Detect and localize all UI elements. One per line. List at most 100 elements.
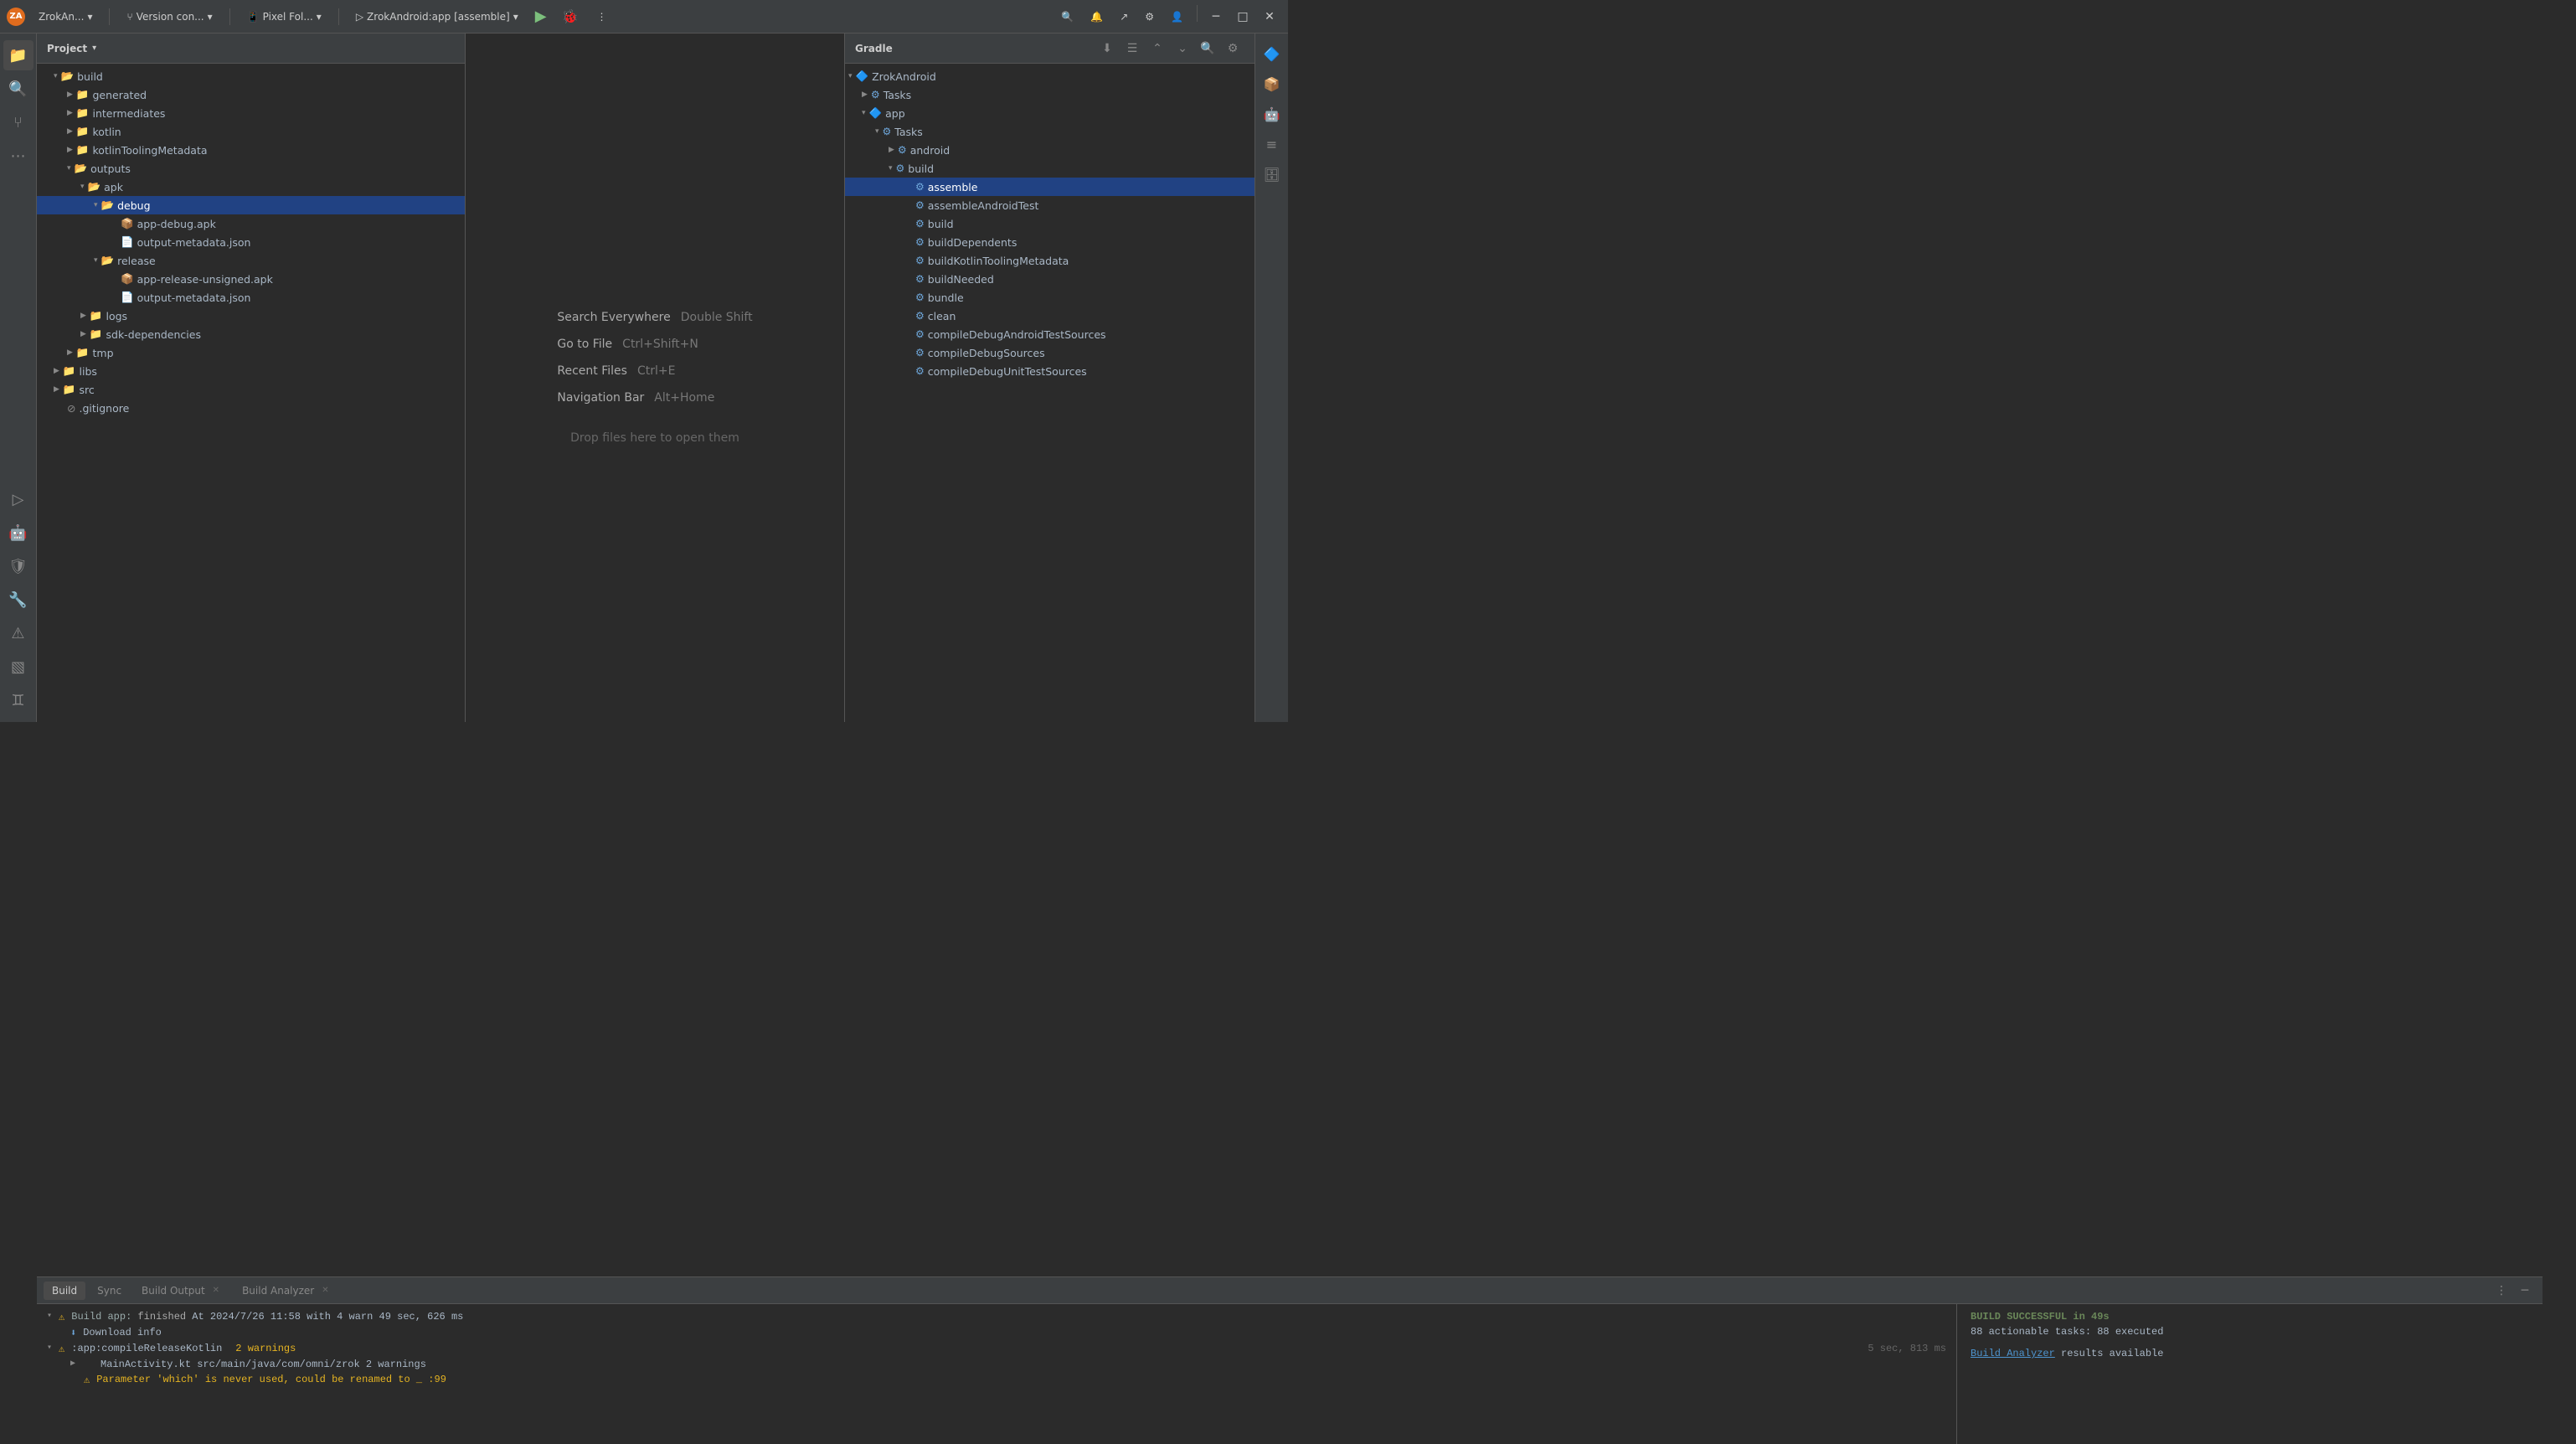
- separator-3: [338, 8, 339, 25]
- gradle-item-ZrokAndroid[interactable]: ▾ 🔷 ZrokAndroid: [845, 67, 1255, 85]
- assembleAndroidTest-task-icon: ⚙: [915, 199, 925, 211]
- gradle-settings-btn[interactable]: ☰: [1121, 37, 1144, 60]
- release-label: release: [117, 255, 156, 267]
- gradle-item-compileDebugUnitTestSources[interactable]: ⚙ compileDebugUnitTestSources: [845, 362, 1255, 380]
- tree-item-gitignore[interactable]: ⊘ .gitignore: [37, 399, 465, 417]
- activity-tools-icon[interactable]: 🔧: [3, 585, 33, 615]
- build-folder-icon: 📂: [61, 70, 75, 83]
- gradle-item-build-task[interactable]: ⚙ build: [845, 214, 1255, 233]
- tasks-app-label: Tasks: [894, 126, 923, 138]
- zrokandroid-chevron-icon: ▾: [848, 72, 853, 80]
- tree-item-generated[interactable]: ▶ 📁 generated: [37, 85, 465, 104]
- gradle-item-assemble[interactable]: ⚙ assemble: [845, 178, 1255, 196]
- buildDependents-task-icon: ⚙: [915, 236, 925, 248]
- close-button[interactable]: ✕: [1258, 5, 1281, 28]
- gradle-item-android[interactable]: ▶ ⚙ android: [845, 141, 1255, 159]
- run-button[interactable]: ▶: [532, 6, 550, 27]
- kotlinTooling-chevron-icon: ▶: [67, 146, 73, 154]
- right-icon-android[interactable]: 🤖: [1259, 101, 1285, 127]
- maximize-button[interactable]: □: [1231, 5, 1255, 28]
- tree-item-tmp[interactable]: ▶ 📁 tmp: [37, 343, 465, 362]
- kotlin-folder-icon: 📁: [76, 125, 90, 138]
- gradle-item-buildDependents[interactable]: ⚙ buildDependents: [845, 233, 1255, 251]
- tree-item-logs[interactable]: ▶ 📁 logs: [37, 307, 465, 325]
- gradle-item-assembleAndroidTest[interactable]: ⚙ assembleAndroidTest: [845, 196, 1255, 214]
- gradle-item-tasks-root[interactable]: ▶ ⚙ Tasks: [845, 85, 1255, 104]
- zrokandroid-label: ZrokAndroid: [872, 70, 936, 83]
- right-icon-maven[interactable]: 📦: [1259, 70, 1285, 97]
- settings-btn[interactable]: ⚙: [1138, 5, 1161, 28]
- outputs-folder-icon: 📂: [75, 162, 88, 175]
- right-icon-list[interactable]: ≡: [1259, 131, 1285, 157]
- activity-terminal-icon[interactable]: ▧: [3, 652, 33, 682]
- gradle-download-btn[interactable]: ⬇: [1095, 37, 1119, 60]
- activity-run-icon[interactable]: ▷: [3, 484, 33, 514]
- recent-files-key: Ctrl+E: [637, 364, 676, 378]
- intermediates-label: intermediates: [93, 107, 166, 120]
- activity-search-icon[interactable]: 🔍: [3, 74, 33, 104]
- clean-label: clean: [928, 310, 956, 322]
- tree-item-output-metadata-debug[interactable]: 📄 output-metadata.json: [37, 233, 465, 251]
- version-control-btn[interactable]: ⑂ Version con... ▾: [120, 8, 219, 25]
- more-actions-btn[interactable]: ⋮: [590, 8, 614, 25]
- gradle-item-bundle[interactable]: ⚙ bundle: [845, 288, 1255, 307]
- tree-item-debug[interactable]: ▾ 📂 debug: [37, 196, 465, 214]
- outputs-label: outputs: [90, 162, 131, 175]
- activity-issues-icon[interactable]: ⚠: [3, 618, 33, 648]
- app-debug-apk-icon: 📦: [121, 217, 134, 230]
- activity-git-icon[interactable]: ♊: [3, 685, 33, 715]
- tree-item-outputs[interactable]: ▾ 📂 outputs: [37, 159, 465, 178]
- activity-security-icon[interactable]: 🛡: [3, 551, 33, 581]
- gradle-item-compileDebugSources[interactable]: ⚙ compileDebugSources: [845, 343, 1255, 362]
- tree-item-libs[interactable]: ▶ 📁 libs: [37, 362, 465, 380]
- tmp-folder-icon: 📁: [76, 346, 90, 359]
- app-icon: 🔷: [869, 106, 883, 120]
- android-label: android: [910, 144, 950, 157]
- tree-item-src[interactable]: ▶ 📁 src: [37, 380, 465, 399]
- tree-item-output-metadata-release[interactable]: 📄 output-metadata.json: [37, 288, 465, 307]
- compileDebugUnit-task-icon: ⚙: [915, 365, 925, 377]
- kotlinTooling-folder-icon: 📁: [76, 143, 90, 157]
- activity-vcs-icon[interactable]: ⑂: [3, 107, 33, 137]
- tree-item-intermediates[interactable]: ▶ 📁 intermediates: [37, 104, 465, 122]
- tree-item-build[interactable]: ▾ 📂 build: [37, 67, 465, 85]
- sdk-dep-folder-icon: 📁: [90, 327, 103, 341]
- right-icon-database[interactable]: 🗄: [1259, 161, 1285, 188]
- gradle-item-compileDebugAndroidTestSources[interactable]: ⚙ compileDebugAndroidTestSources: [845, 325, 1255, 343]
- search-btn[interactable]: 🔍: [1054, 5, 1080, 28]
- gradle-item-buildKotlinToolingMetadata[interactable]: ⚙ buildKotlinToolingMetadata: [845, 251, 1255, 270]
- tree-item-kotlin[interactable]: ▶ 📁 kotlin: [37, 122, 465, 141]
- activity-more-icon[interactable]: ⋯: [3, 141, 33, 171]
- tree-item-sdk-dependencies[interactable]: ▶ 📁 sdk-dependencies: [37, 325, 465, 343]
- gradle-item-buildNeeded[interactable]: ⚙ buildNeeded: [845, 270, 1255, 288]
- tree-item-apk[interactable]: ▾ 📂 apk: [37, 178, 465, 196]
- run-config-selector[interactable]: ▷ ZrokAndroid:app [assemble] ▾: [349, 8, 525, 25]
- tasks-root-icon: ⚙: [871, 89, 880, 101]
- gradle-search-btn[interactable]: 🔍: [1196, 37, 1219, 60]
- account-btn[interactable]: 👤: [1164, 5, 1190, 28]
- tree-item-release[interactable]: ▾ 📂 release: [37, 251, 465, 270]
- minimize-button[interactable]: ─: [1204, 5, 1228, 28]
- device-selector[interactable]: 📱 Pixel Fol... ▾: [240, 8, 328, 25]
- tree-item-app-debug-apk[interactable]: 📦 app-debug.apk: [37, 214, 465, 233]
- gradle-item-tasks-app[interactable]: ▾ ⚙ Tasks: [845, 122, 1255, 141]
- gradle-item-clean[interactable]: ⚙ clean: [845, 307, 1255, 325]
- activity-android-icon[interactable]: 🤖: [3, 518, 33, 548]
- project-panel: Project ▾ ▾ 📂 build ▶ 📁 generated ▶ 📁: [37, 34, 466, 722]
- gradle-item-build-tasks[interactable]: ▾ ⚙ build: [845, 159, 1255, 178]
- tree-item-kotlinTooling[interactable]: ▶ 📁 kotlinToolingMetadata: [37, 141, 465, 159]
- right-icon-gradle[interactable]: 🔷: [1259, 40, 1285, 67]
- vcs-icon: ⑂: [126, 11, 132, 23]
- update-btn[interactable]: 🔔: [1084, 5, 1110, 28]
- gradle-options-btn[interactable]: ⚙: [1221, 37, 1244, 60]
- gradle-expand-btn[interactable]: ⌃: [1146, 37, 1169, 60]
- tree-item-app-release-apk[interactable]: 📦 app-release-unsigned.apk: [37, 270, 465, 288]
- share-btn[interactable]: ↗: [1113, 5, 1135, 28]
- src-chevron-icon: ▶: [54, 385, 59, 394]
- activity-folder-icon[interactable]: 📁: [3, 40, 33, 70]
- gradle-collapse-btn[interactable]: ⌄: [1171, 37, 1194, 60]
- device-chevron-icon: ▾: [317, 11, 322, 23]
- project-selector[interactable]: ZrokAn... ▾: [32, 8, 99, 25]
- gradle-item-app[interactable]: ▾ 🔷 app: [845, 104, 1255, 122]
- debug-button[interactable]: 🐞: [557, 7, 584, 26]
